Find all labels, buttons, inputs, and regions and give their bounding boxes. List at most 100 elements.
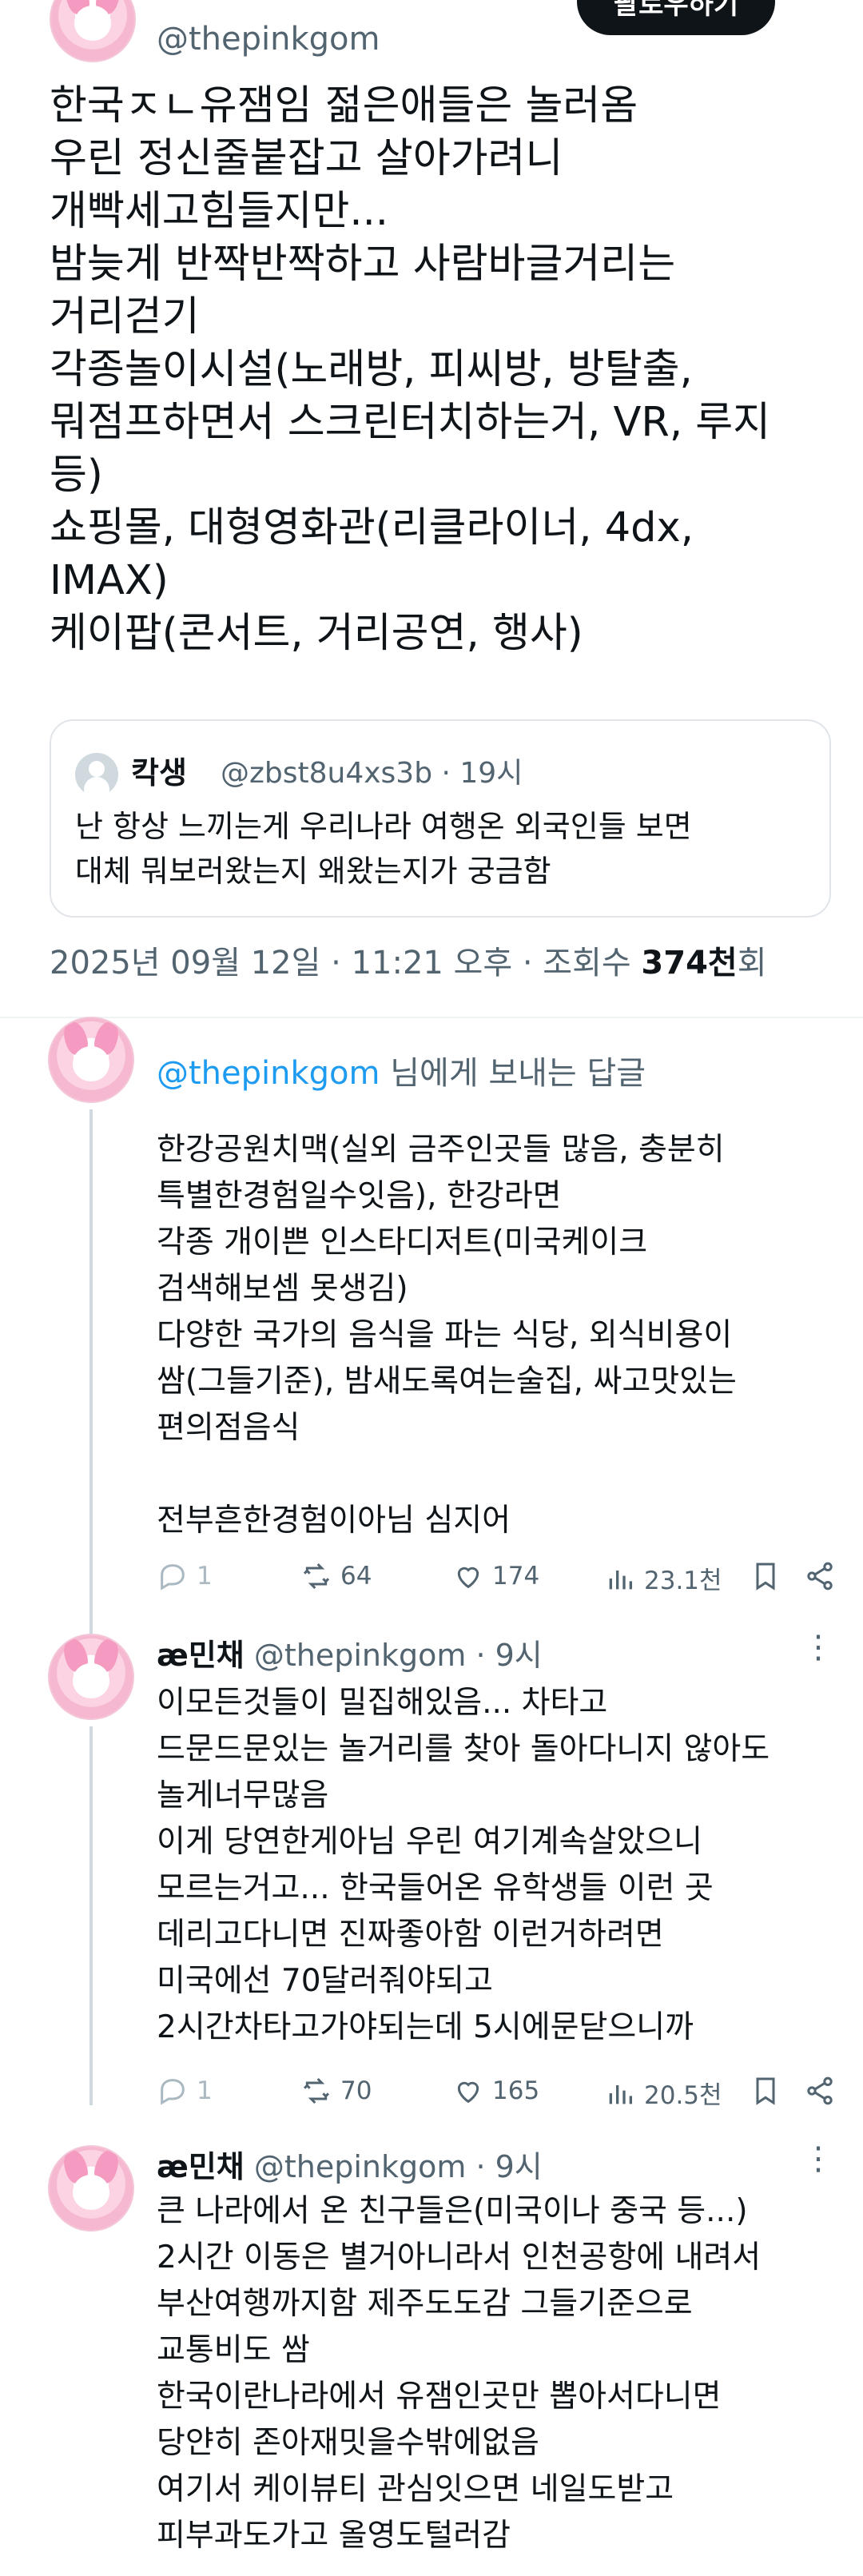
reply-line: 특별한경험일수잇음), 한강라면 [157, 1178, 562, 1214]
reply-line: 미국에선 70달러줘야되고 [157, 1963, 493, 1999]
retweet-action[interactable]: 64 [300, 1560, 372, 1592]
reply-header: æ민채 @thepinkgom · 9시 [157, 2142, 543, 2186]
bookmark-icon [756, 1563, 775, 1591]
post-text: 한국ㅈㄴ유잼임 젊은애들은 놀러옴 우린 정신줄붙잡고 살아가려니 개빡세고힘들… [50, 80, 833, 660]
reply-action[interactable]: 1 [157, 1560, 213, 1592]
views-action[interactable]: 23.1천 [604, 1560, 722, 1596]
reply-line: 각종 개이쁜 인스타디저트(미국케이크 [157, 1224, 648, 1260]
post-line: 각종놀이시설(노래방, 피씨방, 방탈출, [50, 346, 693, 393]
reply-icon [161, 2079, 185, 2105]
views-count: 374천 [641, 945, 738, 981]
thread-line [89, 1109, 93, 1653]
views-count: 23.1천 [644, 1567, 722, 1595]
views-action[interactable]: 20.5천 [604, 2075, 722, 2111]
reply-action[interactable]: 1 [157, 2075, 213, 2107]
replying-suffix: 님에게 보내는 답글 [380, 1055, 646, 1092]
post-line: 쇼핑몰, 대형영화관(리클라이너, 4dx, [50, 504, 694, 551]
replying-to: @thepinkgom 님에게 보내는 답글 [157, 1047, 646, 1093]
reply-line: 놀게너무많음 [157, 1778, 329, 1814]
reply-author-name[interactable]: æ민채 [157, 1638, 245, 1673]
like-icon [457, 1567, 479, 1589]
reply-line: 한강공원치맥(실외 금주인곳들 많음, 충분히 [157, 1132, 725, 1168]
action-bar: 1 64 174 23.1천 [157, 1560, 833, 1608]
author-avatar[interactable] [50, 0, 136, 62]
quoted-text: 난 항상 느끼는게 우리나라 여행온 외국인들 보면 대체 뭐보러왔는지 왜왔는… [75, 804, 810, 894]
reply-avatar[interactable] [48, 1634, 134, 1720]
thread-line [89, 1726, 93, 2105]
reply-line: 2시간 이동은 별거아니라서 인천공항에 내려서 [157, 2240, 762, 2275]
post-timestamp: 2025년 09월 12일 · 11:21 오후 · 조회수 374천회 [50, 937, 767, 983]
reply-line: 이게 당연한게아님 우린 여기계속살았으니 [157, 1824, 703, 1860]
retweet-icon [303, 1563, 330, 1590]
follow-button[interactable]: 팔로우하기 [577, 0, 775, 35]
post-line: 개빡세고힘들지만... [50, 188, 388, 235]
views-count: 20.5천 [644, 2081, 722, 2110]
quoted-avatar [75, 753, 118, 796]
post-line: 한국ㅈㄴ유잼임 젊은애들은 놀러옴 [50, 82, 638, 129]
quoted-post[interactable]: 칵생 @zbst8u4xs3b · 19시 난 항상 느끼는게 우리나라 여행온… [50, 719, 831, 918]
quoted-author-name: 칵생 [131, 755, 187, 790]
bookmark-action[interactable] [750, 2075, 781, 2107]
like-count: 174 [492, 1562, 540, 1591]
reply-text: 이모든것들이 밀집해있음... 차타고 드문드문있는 놀거리를 찾아 돌아다니지… [157, 1680, 844, 2051]
share-icon [807, 2076, 833, 2105]
reply-author-name[interactable]: æ민채 [157, 2149, 245, 2184]
views-icon [609, 2084, 632, 2104]
post-line: 우린 정신줄붙잡고 살아가려니 [50, 135, 563, 182]
bookmark-icon [756, 2077, 775, 2105]
reply-line: 이모든것들이 밀집해있음... 차타고 [157, 1685, 608, 1721]
reply-text: 큰 나라에서 온 친구들은(미국이나 중국 등...) 2시간 이동은 별거아니… [157, 2188, 844, 2559]
post-line: 케이팝(콘서트, 거리공연, 행사) [50, 610, 583, 657]
reply-line: 전부흔한경험이아님 심지어 [157, 1503, 511, 1539]
reply-author-handle[interactable]: @thepinkgom · 9시 [254, 2149, 543, 2184]
reply-line: 모르는거고... 한국들어온 유학생들 이런 곳 [157, 1870, 714, 1906]
reply-line: 편의점음식 [157, 1410, 300, 1446]
views-suffix: 회 [737, 945, 767, 981]
reply-line: 데리고다니면 진짜좋아함 이런거하려면 [157, 1917, 664, 1953]
reply-line: 2시간차타고가야되는데 5시에문닫으니까 [157, 2009, 694, 2045]
reply-line: 검색해보셈 못생김) [157, 1271, 408, 1307]
reply-avatar[interactable] [48, 1017, 134, 1103]
divider [0, 1017, 863, 1018]
post-line: 등) [50, 452, 103, 499]
retweet-icon [303, 2077, 330, 2104]
reply-header: æ민채 @thepinkgom · 9시 [157, 1630, 543, 1674]
like-action[interactable]: 174 [452, 1560, 539, 1592]
timestamp-text: 2025년 09월 12일 · 11:21 오후 · 조회수 [50, 945, 642, 981]
retweet-count: 70 [340, 2076, 372, 2105]
replying-mention[interactable]: @thepinkgom [157, 1055, 380, 1092]
reply-line: 여기서 케이뷰티 관심잇으면 네일도받고 [157, 2471, 674, 2507]
more-icon[interactable]: ⋮ [802, 1629, 834, 1666]
reply-line: 쌈(그들기준), 밤새도록여는술집, 싸고맛있는 [157, 1364, 737, 1399]
author-handle[interactable]: @thepinkgom [157, 21, 380, 58]
reply-line: 교통비도 쌈 [157, 2332, 310, 2368]
post-line: 거리걷기 [50, 293, 200, 340]
like-count: 165 [492, 2076, 540, 2105]
more-icon[interactable]: ⋮ [802, 2140, 834, 2177]
quoted-line: 난 항상 느끼는게 우리나라 여행온 외국인들 보면 [75, 809, 692, 844]
reply-icon [161, 1564, 185, 1591]
bookmark-action[interactable] [750, 1560, 781, 1592]
views-icon [609, 1570, 632, 1589]
reply-count: 1 [197, 2076, 213, 2105]
reply-line: 큰 나라에서 온 친구들은(미국이나 중국 등...) [157, 2193, 748, 2229]
share-action[interactable] [804, 1560, 836, 1592]
share-action[interactable] [804, 2075, 836, 2107]
post-line: 밤늦게 반짝반짝하고 사람바글거리는 [50, 241, 676, 288]
post-line: 뭐점프하면서 스크린터치하는거, VR, 루지 [50, 399, 771, 446]
reply-author-handle[interactable]: @thepinkgom · 9시 [254, 1638, 543, 1673]
quoted-author-meta: @zbst8u4xs3b · 19시 [221, 757, 523, 790]
reply-text: 한강공원치맥(실외 금주인곳들 많음, 충분히 특별한경험일수잇음), 한강라면… [157, 1127, 844, 1544]
post-line: IMAX) [50, 557, 169, 604]
share-icon [807, 1562, 833, 1591]
reply-line [157, 1451, 844, 1498]
reply-avatar[interactable] [48, 2145, 134, 2232]
reply-line: 드문드문있는 놀거리를 찾아 돌아다니지 않아도 [157, 1731, 770, 1767]
reply-line: 다양한 국가의 음식을 파는 식당, 외식비용이 [157, 1317, 733, 1353]
like-icon [457, 2081, 479, 2104]
like-action[interactable]: 165 [452, 2075, 539, 2107]
reply-count: 1 [197, 1562, 213, 1591]
retweet-action[interactable]: 70 [300, 2075, 372, 2107]
action-bar: 1 70 165 20.5천 [157, 2075, 833, 2123]
retweet-count: 64 [340, 1562, 372, 1591]
